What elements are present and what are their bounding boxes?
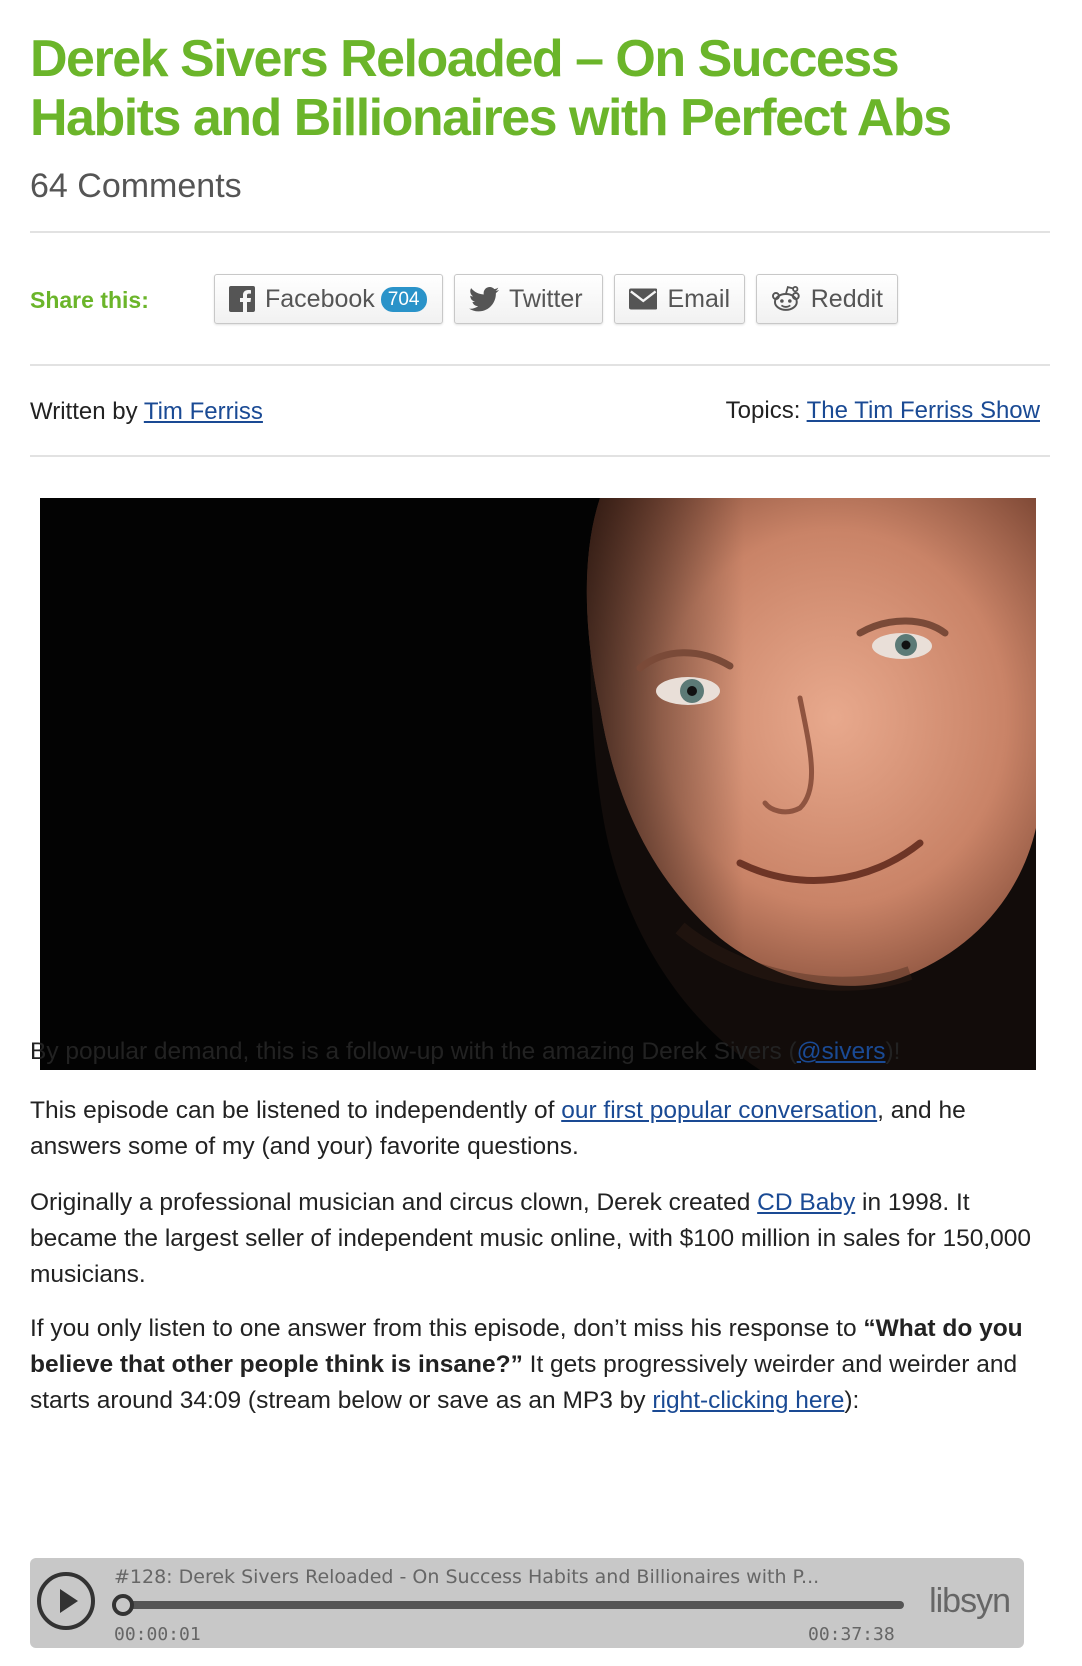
paragraph-1: By popular demand, this is a follow-up w… [30, 1034, 1040, 1070]
episode-title: #128: Derek Sivers Reloaded - On Success… [114, 1566, 820, 1588]
twitter-icon [469, 286, 499, 311]
elapsed-time: 00:00:01 [114, 1624, 201, 1645]
progress-handle[interactable] [112, 1594, 134, 1616]
article-page: Derek Sivers Reloaded – On Success Habit… [0, 0, 1082, 1666]
reddit-icon [771, 286, 800, 311]
hero-photo [40, 498, 1036, 1070]
text: ): [844, 1387, 860, 1414]
divider [30, 455, 1050, 457]
twitter-label: Twitter [509, 284, 583, 313]
topic-link[interactable]: The Tim Ferriss Show [807, 397, 1040, 424]
cd-baby-link[interactable]: CD Baby [757, 1189, 855, 1216]
twitter-share-button[interactable]: Twitter [454, 274, 603, 324]
byline: Written by Tim Ferriss [30, 398, 263, 426]
mp3-download-link[interactable]: right-clicking here [652, 1387, 844, 1414]
reddit-share-button[interactable]: Reddit [756, 274, 898, 324]
facebook-icon [229, 286, 255, 312]
reddit-label: Reddit [810, 284, 883, 313]
sivers-twitter-link[interactable]: @sivers [797, 1038, 886, 1065]
paragraph-2: This episode can be listened to independ… [30, 1093, 1040, 1165]
libsyn-logo[interactable]: libsyn [929, 1582, 1011, 1621]
divider [30, 364, 1050, 366]
paragraph-4: If you only listen to one answer from th… [30, 1311, 1040, 1419]
facebook-count-badge: 704 [380, 286, 427, 312]
topics-prefix: Topics: [725, 397, 807, 424]
first-conversation-link[interactable]: our first popular conversation [561, 1097, 877, 1124]
total-duration: 00:37:38 [808, 1624, 895, 1645]
progress-track[interactable] [114, 1601, 904, 1609]
text: Originally a professional musician and c… [30, 1189, 758, 1216]
play-icon [60, 1589, 78, 1613]
audio-player: #128: Derek Sivers Reloaded - On Success… [30, 1558, 1024, 1648]
text: )! [885, 1038, 901, 1065]
byline-prefix: Written by [30, 398, 144, 425]
play-button[interactable] [37, 1572, 95, 1630]
facebook-share-button[interactable]: Facebook 704 [214, 274, 443, 324]
divider [30, 231, 1050, 233]
author-link[interactable]: Tim Ferriss [144, 398, 263, 425]
envelope-icon [629, 288, 658, 310]
portrait-illustration [40, 498, 1036, 1070]
email-label: Email [667, 284, 730, 313]
article-title: Derek Sivers Reloaded – On Success Habit… [30, 30, 952, 147]
topics: Topics: The Tim Ferriss Show [726, 397, 1040, 425]
text: If you only listen to one answer from th… [30, 1315, 864, 1342]
facebook-label: Facebook [265, 284, 375, 313]
email-share-button[interactable]: Email [614, 274, 745, 324]
comments-link[interactable]: 64 Comments [30, 166, 242, 206]
text: This episode can be listened to independ… [30, 1097, 562, 1124]
share-label: Share this: [30, 287, 149, 313]
paragraph-3: Originally a professional musician and c… [30, 1185, 1040, 1293]
text: By popular demand, this is a follow-up w… [30, 1038, 797, 1065]
